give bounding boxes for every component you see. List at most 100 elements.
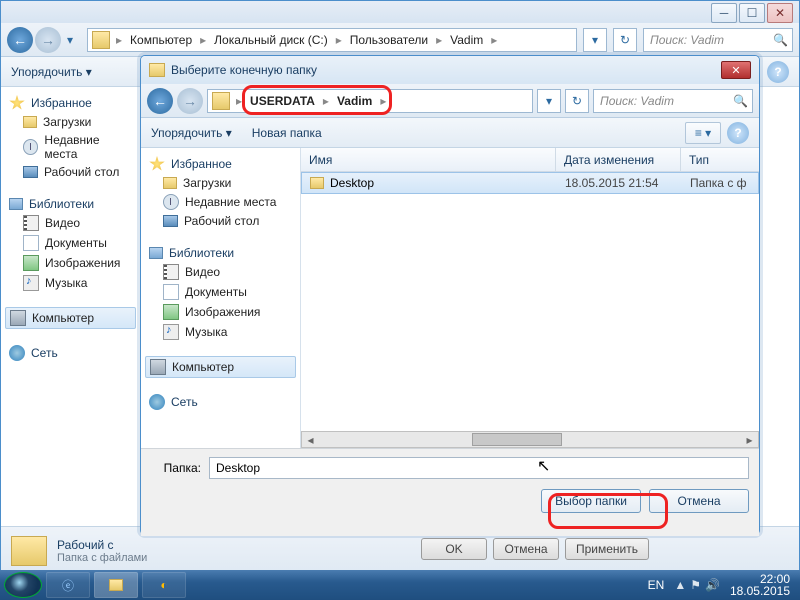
dialog-search-input[interactable]: Поиск: Vadim 🔍 [593,89,753,113]
scroll-thumb[interactable] [472,433,562,446]
help-button[interactable]: ? [767,61,789,83]
bg-titlebar: ─ ☐ ✕ [1,1,799,23]
sidebar-item-desktop[interactable]: Рабочий стол [5,163,136,181]
taskbar-clock[interactable]: 22:00 18.05.2015 [730,573,790,597]
sidebar-computer-header[interactable]: Компьютер [5,307,136,329]
taskbar-ie[interactable]: ⓔ [46,572,90,598]
scroll-left-button[interactable]: ◂ [302,432,319,447]
refresh-button[interactable]: ↻ [565,89,589,113]
folder-name-input[interactable] [209,457,749,479]
sidebar-item-images[interactable]: Изображения [5,253,136,273]
sidebar-item-desktop[interactable]: Рабочий стол [145,212,296,230]
sidebar-network-header[interactable]: Сеть [5,343,136,363]
horizontal-scrollbar[interactable]: ◂ ▸ [301,431,759,448]
sidebar-libraries-header[interactable]: Библиотеки [145,244,296,262]
sidebar-item-images[interactable]: Изображения [145,302,296,322]
sidebar-item-downloads[interactable]: Загрузки [145,174,296,192]
breadcrumb-computer[interactable]: Компьютер [124,33,198,47]
address-dropdown-button[interactable]: ▾ [583,28,607,52]
breadcrumb-sep[interactable]: ▸ [434,33,444,47]
image-icon [163,304,179,320]
dialog-toolbar: Упорядочить ▾ Новая папка ≡ ▾ ? [141,118,759,148]
column-date[interactable]: Дата изменения [556,148,681,171]
downloads-icon [163,177,177,189]
breadcrumb-sep[interactable]: ▸ [489,33,499,47]
tray-action-icon: ⚑ [690,578,701,592]
sidebar-item-recent[interactable]: Недавние места [145,192,296,212]
footer-subtitle: Папка с файлами [57,552,147,564]
search-input[interactable]: Поиск: Vadim 🔍 [643,28,793,52]
refresh-button[interactable]: ↻ [613,28,637,52]
dialog-address-bar[interactable]: ▸ USERDATA ▸ Vadim ▸ [207,89,533,113]
system-tray[interactable]: ▲⚑🔊 [674,578,720,592]
sidebar-network-header[interactable]: Сеть [145,392,296,412]
scroll-right-button[interactable]: ▸ [741,432,758,447]
nav-history-dropdown[interactable]: ▾ [67,33,81,47]
sidebar-favorites-header[interactable]: Избранное [145,154,296,174]
maximize-button[interactable]: ☐ [739,3,765,23]
sidebar-item-recent[interactable]: Недавние места [5,131,136,163]
breadcrumb-vadim[interactable]: Vadim [331,94,378,108]
breadcrumb-sep[interactable]: ▸ [234,94,244,108]
select-folder-button[interactable]: Выбор папки [541,489,641,513]
desktop-icon [163,215,178,227]
clock-date: 18.05.2015 [730,585,790,597]
sidebar-computer-header[interactable]: Компьютер [145,356,296,378]
address-bar[interactable]: ▸ Компьютер ▸ Локальный диск (C:) ▸ Поль… [87,28,577,52]
sidebar-item-music[interactable]: Музыка [145,322,296,342]
ok-button[interactable]: OK [421,538,487,560]
image-icon [23,255,39,271]
sidebar-item-downloads[interactable]: Загрузки [5,113,136,131]
apply-button[interactable]: Применить [565,538,649,560]
organize-menu[interactable]: Упорядочить ▾ [11,65,92,79]
file-list-body[interactable]: Desktop 18.05.2015 21:54 Папка с ф [301,172,759,431]
sidebar-item-video[interactable]: Видео [5,213,136,233]
folder-icon [11,536,47,566]
list-item-desktop[interactable]: Desktop 18.05.2015 21:54 Папка с ф [301,172,759,194]
breadcrumb-sep[interactable]: ▸ [198,33,208,47]
sidebar-item-documents[interactable]: Документы [5,233,136,253]
nav-forward-button[interactable]: → [177,88,203,114]
sidebar-item-music[interactable]: Музыка [5,273,136,293]
column-name[interactable]: Имя [301,148,556,171]
breadcrumb-sep[interactable]: ▸ [378,94,388,108]
organize-menu[interactable]: Упорядочить ▾ [151,126,232,140]
dialog-titlebar[interactable]: Выберите конечную папку ✕ [141,56,759,84]
breadcrumb-vadim[interactable]: Vadim [444,33,489,47]
sidebar-item-documents[interactable]: Документы [145,282,296,302]
nav-back-button[interactable]: ← [147,88,173,114]
close-button[interactable]: ✕ [767,3,793,23]
breadcrumb-sep[interactable]: ▸ [321,94,331,108]
nav-forward-button[interactable]: → [35,27,61,53]
cancel-button[interactable]: Отмена [649,489,749,513]
language-indicator[interactable]: EN [648,578,665,592]
row-date: 18.05.2015 21:54 [557,176,682,190]
view-mode-button[interactable]: ≡ ▾ [685,122,721,144]
help-button[interactable]: ? [727,122,749,144]
dialog-close-button[interactable]: ✕ [721,61,751,79]
breadcrumb-userdata[interactable]: USERDATA [244,94,321,108]
clock-icon [163,194,179,210]
minimize-button[interactable]: ─ [711,3,737,23]
new-folder-button[interactable]: Новая папка [252,126,322,140]
bg-nav-bar: ← → ▾ ▸ Компьютер ▸ Локальный диск (C:) … [1,23,799,57]
start-button[interactable] [4,572,42,598]
folder-icon [310,177,324,189]
breadcrumb-disk[interactable]: Локальный диск (C:) [208,33,334,47]
breadcrumb-sep[interactable]: ▸ [114,33,124,47]
taskbar-explorer[interactable] [94,572,138,598]
nav-back-button[interactable]: ← [7,27,33,53]
column-type[interactable]: Тип [681,148,759,171]
address-dropdown-button[interactable]: ▾ [537,89,561,113]
breadcrumb-sep[interactable]: ▸ [334,33,344,47]
taskbar-media[interactable]: ◐ [142,572,186,598]
folder-icon [92,31,110,49]
sidebar-item-video[interactable]: Видео [145,262,296,282]
sidebar-libraries-header[interactable]: Библиотеки [5,195,136,213]
sidebar-favorites-header[interactable]: Избранное [5,93,136,113]
folder-icon [212,92,230,110]
document-icon [163,284,179,300]
breadcrumb-users[interactable]: Пользователи [344,33,434,47]
cancel-button[interactable]: Отмена [493,538,559,560]
library-icon [149,247,163,259]
